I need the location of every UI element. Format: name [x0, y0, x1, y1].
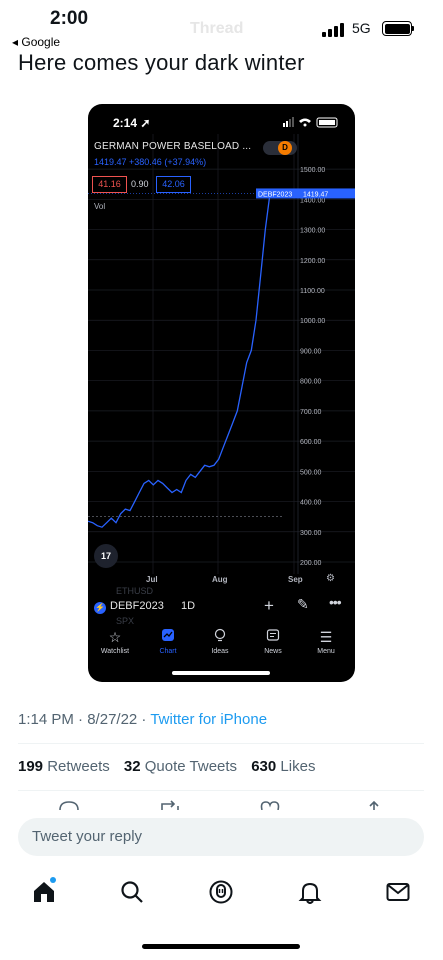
nav-ideas[interactable]: Ideas — [195, 628, 245, 655]
battery-icon — [382, 21, 412, 36]
symbol-title[interactable]: GERMAN POWER BASELOAD ... — [94, 141, 251, 152]
y-tick-label: 900.00 — [300, 348, 322, 355]
tweet-text: Here comes your dark winter — [18, 50, 305, 75]
more-icon[interactable]: ••• — [329, 594, 342, 610]
header-title-faded: Thread — [190, 20, 244, 37]
x-tick-aug: Aug — [212, 575, 228, 584]
price-change-line: 1419.47 +380.46 (+37.94%) — [94, 157, 207, 167]
bolt-icon: ⚡ — [94, 602, 106, 614]
ghost-symbol-ethusd: ETHUSD — [116, 586, 154, 596]
x-tick-jul: Jul — [146, 575, 158, 584]
y-tick-label: 1300.00 — [300, 228, 325, 235]
menu-icon: ☰ — [319, 629, 333, 645]
embedded-status-time: 2:14 ➚ — [113, 116, 151, 130]
star-icon: ☆ — [108, 629, 122, 645]
y-tick-label: 700.00 — [300, 409, 322, 416]
retweet-icon[interactable] — [158, 800, 182, 810]
quote-tweets-stat[interactable]: 32 Quote Tweets — [124, 758, 237, 775]
share-icon[interactable] — [362, 800, 386, 810]
buy-price-button[interactable]: 42.06 — [156, 176, 191, 193]
nav-watchlist[interactable]: ☆ Watchlist — [90, 628, 140, 655]
messages-icon[interactable] — [383, 877, 413, 907]
status-time: 2:00 — [50, 8, 89, 29]
network-type: 5G — [352, 20, 371, 36]
news-icon — [248, 628, 298, 646]
y-tick-label: 200.00 — [300, 560, 322, 567]
add-icon[interactable]: + — [264, 596, 274, 616]
search-icon[interactable] — [117, 877, 147, 907]
toolbar-symbol[interactable]: ⚡ DEBF2023 — [94, 600, 164, 614]
home-indicator — [142, 944, 300, 949]
nav-news[interactable]: News — [248, 628, 298, 655]
spread-value: 0.90 — [131, 179, 149, 189]
lightbulb-icon — [195, 628, 245, 646]
tweet-media-image[interactable]: 2:14 ➚ 1500.00 1400.00 1300.00 1200.00 1100.… — [88, 104, 355, 682]
price-series-line — [88, 193, 271, 528]
reply-icon[interactable] — [57, 800, 81, 810]
symbol-label: DEBF2023 — [258, 191, 292, 198]
chart-settings-icon[interactable]: ⚙ — [326, 573, 335, 584]
y-tick-label: 800.00 — [300, 379, 322, 386]
notifications-icon[interactable] — [295, 877, 325, 907]
sell-price-button[interactable]: 41.16 — [92, 176, 127, 193]
tweet-stats: 199 Retweets 32 Quote Tweets 630 Likes — [18, 758, 325, 775]
likes-stat[interactable]: 630 Likes — [251, 758, 315, 775]
volume-label: Vol — [94, 202, 106, 211]
battery-cap — [412, 26, 414, 31]
divider — [18, 790, 424, 791]
y-tick-label: 600.00 — [300, 439, 322, 446]
price-chart[interactable]: 1500.001400.001300.001200.001100.001000.… — [88, 134, 355, 594]
back-to-google-link[interactable]: ◂ Google — [12, 35, 60, 49]
interval-badge[interactable]: D — [278, 141, 292, 155]
y-tick-label: 1500.00 — [300, 167, 325, 174]
y-tick-label: 300.00 — [300, 530, 322, 537]
last-value-label: 1419.47 — [303, 191, 328, 198]
chart-icon — [143, 628, 193, 646]
x-tick-sep: Sep — [288, 575, 303, 584]
y-tick-label: 500.00 — [300, 469, 322, 476]
spaces-icon[interactable] — [206, 877, 236, 907]
y-tick-label: 1200.00 — [300, 258, 325, 265]
like-icon[interactable] — [258, 800, 282, 810]
reply-input[interactable]: Tweet your reply — [18, 818, 424, 856]
y-tick-label: 1000.00 — [300, 318, 325, 325]
tweet-source-link[interactable]: Twitter for iPhone — [150, 711, 267, 728]
y-tick-label: 1100.00 — [300, 288, 325, 295]
retweets-stat[interactable]: 199 Retweets — [18, 758, 110, 775]
ghost-symbol-spx: SPX — [116, 616, 135, 626]
tradingview-logo: 17 — [94, 544, 118, 568]
notification-dot — [50, 877, 56, 883]
divider — [18, 743, 424, 744]
signal-strength-icon — [322, 23, 344, 37]
toolbar-interval[interactable]: 1D — [181, 600, 195, 612]
embedded-home-indicator — [172, 671, 270, 675]
drawing-pen-icon[interactable]: ✎ — [297, 596, 309, 613]
y-tick-label: 400.00 — [300, 500, 322, 507]
embedded-status-icons — [283, 117, 338, 128]
nav-chart[interactable]: Chart — [143, 628, 193, 655]
nav-menu[interactable]: ☰ Menu — [301, 628, 351, 655]
tweet-timestamp: 1:14 PM · 8/27/22 · Twitter for iPhone — [18, 711, 268, 728]
